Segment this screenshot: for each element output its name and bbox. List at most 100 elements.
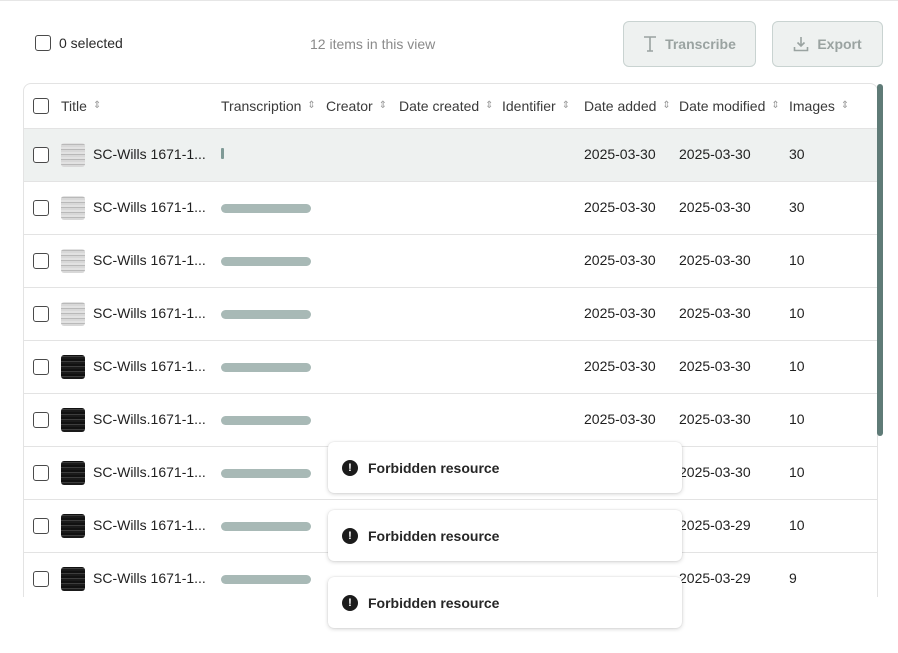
transcription-progress-bar: [221, 204, 311, 213]
column-label: Creator: [326, 98, 373, 114]
row-select-checkbox[interactable]: [33, 200, 49, 216]
transcription-progress-bar: [221, 416, 311, 425]
column-header-date-added[interactable]: Date added ⇕: [584, 98, 671, 114]
images-count-cell: 30: [789, 146, 805, 162]
sort-chevrons-icon: ⇕: [378, 100, 388, 111]
row-select-checkbox[interactable]: [33, 412, 49, 428]
transcription-progress-bar: [221, 469, 311, 478]
images-count-cell: 30: [789, 199, 805, 215]
document-thumbnail: [61, 514, 85, 538]
selected-count-label: 0 selected: [59, 35, 123, 51]
toast-message: Forbidden resource: [368, 527, 500, 544]
date-added-cell: 2025-03-30: [584, 252, 656, 268]
row-title[interactable]: SC-Wills 1671-1...: [93, 146, 206, 162]
column-label: Date added: [584, 98, 657, 114]
images-count-cell: 10: [789, 517, 805, 533]
column-header-transcription[interactable]: Transcription ⇕: [221, 98, 316, 114]
sort-chevrons-icon: ⇕: [561, 100, 571, 111]
transcribe-button[interactable]: Transcribe: [623, 21, 756, 67]
export-button[interactable]: Export: [772, 21, 883, 67]
sort-chevrons-icon: ⇕: [771, 100, 780, 111]
row-title[interactable]: SC-Wills.1671-1...: [93, 411, 206, 427]
sort-chevrons-icon: ⇕: [485, 100, 494, 111]
images-count-cell: 9: [789, 570, 797, 586]
date-added-cell: 2025-03-30: [584, 411, 656, 427]
document-thumbnail: [61, 355, 85, 379]
transcription-progress-bar: [221, 363, 311, 372]
table-row[interactable]: SC-Wills 1671-1... 2025-03-30 2025-03-30 10: [24, 288, 877, 341]
date-added-cell: 2025-03-30: [584, 305, 656, 321]
column-header-date-created[interactable]: Date created ⇕: [399, 98, 494, 114]
column-label: Identifier: [502, 98, 556, 114]
text-cursor-icon: [643, 36, 657, 52]
row-title[interactable]: SC-Wills 1671-1...: [93, 570, 206, 586]
sort-chevrons-icon: ⇕: [662, 100, 671, 111]
transcribe-label: Transcribe: [665, 36, 736, 52]
date-modified-cell: 2025-03-30: [679, 146, 751, 162]
table-row[interactable]: SC-Wills 1671-1... 2025-03-30 2025-03-30 30: [24, 182, 877, 235]
row-title[interactable]: SC-Wills 1671-1...: [93, 358, 206, 374]
table-row[interactable]: SC-Wills 1671-1... 2025-03-30 2025-03-30 10: [24, 235, 877, 288]
date-modified-cell: 2025-03-30: [679, 411, 751, 427]
date-modified-cell: 2025-03-30: [679, 199, 751, 215]
column-header-creator[interactable]: Creator ⇕: [326, 98, 387, 114]
column-header-identifier[interactable]: Identifier ⇕: [502, 98, 570, 114]
toolbar: 0 selected 12 items in this view Transcr…: [0, 0, 898, 84]
row-select-checkbox[interactable]: [33, 306, 49, 322]
error-toast[interactable]: ! Forbidden resource: [328, 442, 682, 493]
row-title[interactable]: SC-Wills 1671-1...: [93, 305, 206, 321]
row-title[interactable]: SC-Wills 1671-1...: [93, 517, 206, 533]
row-select-checkbox[interactable]: [33, 518, 49, 534]
date-added-cell: 2025-03-30: [584, 146, 656, 162]
table-header: Title ⇕ Transcription ⇕ Creator ⇕ Date crea…: [24, 84, 877, 129]
select-all-control[interactable]: 0 selected: [35, 35, 123, 51]
column-header-date-modified[interactable]: Date modified ⇕: [679, 98, 780, 114]
row-title[interactable]: SC-Wills 1671-1...: [93, 199, 206, 215]
error-toast[interactable]: ! Forbidden resource: [328, 577, 682, 628]
sort-chevrons-icon: ⇕: [840, 100, 850, 111]
images-count-cell: 10: [789, 305, 805, 321]
images-count-cell: 10: [789, 358, 805, 374]
images-count-cell: 10: [789, 252, 805, 268]
alert-circle-icon: !: [342, 459, 358, 476]
column-label: Date modified: [679, 98, 766, 114]
table-row[interactable]: SC-Wills 1671-1... 2025-03-30 2025-03-30 30: [24, 129, 877, 182]
row-select-checkbox[interactable]: [33, 571, 49, 587]
row-select-checkbox[interactable]: [33, 253, 49, 269]
header-select-checkbox[interactable]: [33, 98, 49, 114]
document-thumbnail: [61, 567, 85, 591]
document-thumbnail: [61, 302, 85, 326]
sort-chevrons-icon: ⇕: [307, 100, 316, 111]
toast-message: Forbidden resource: [368, 459, 500, 476]
row-select-checkbox[interactable]: [33, 465, 49, 481]
document-thumbnail: [61, 249, 85, 273]
error-toast[interactable]: ! Forbidden resource: [328, 510, 682, 561]
select-all-checkbox[interactable]: [35, 35, 51, 51]
table-row[interactable]: SC-Wills.1671-1... 2025-03-30 2025-03-30 10: [24, 394, 877, 447]
row-title[interactable]: SC-Wills 1671-1...: [93, 252, 206, 268]
table-scrollbar[interactable]: [877, 84, 883, 436]
download-icon: [793, 36, 809, 52]
date-modified-cell: 2025-03-30: [679, 464, 751, 480]
toast-message: Forbidden resource: [368, 594, 500, 611]
transcription-progress-bar: [221, 257, 311, 266]
transcription-progress-bar: [221, 522, 311, 531]
document-thumbnail: [61, 196, 85, 220]
alert-circle-icon: !: [342, 594, 358, 611]
alert-circle-icon: !: [342, 527, 358, 544]
column-header-images[interactable]: Images ⇕: [789, 98, 849, 114]
date-modified-cell: 2025-03-29: [679, 517, 751, 533]
column-header-title[interactable]: Title ⇕: [61, 98, 101, 114]
images-count-cell: 10: [789, 411, 805, 427]
row-select-checkbox[interactable]: [33, 359, 49, 375]
date-modified-cell: 2025-03-30: [679, 358, 751, 374]
row-title[interactable]: SC-Wills.1671-1...: [93, 464, 206, 480]
date-added-cell: 2025-03-30: [584, 358, 656, 374]
table-row[interactable]: SC-Wills 1671-1... 2025-03-30 2025-03-30 10: [24, 341, 877, 394]
row-select-checkbox[interactable]: [33, 147, 49, 163]
sort-chevrons-icon: ⇕: [92, 100, 102, 111]
column-label: Transcription: [221, 98, 302, 114]
document-thumbnail: [61, 143, 85, 167]
export-label: Export: [817, 36, 862, 52]
items-count-label: 12 items in this view: [310, 36, 436, 52]
